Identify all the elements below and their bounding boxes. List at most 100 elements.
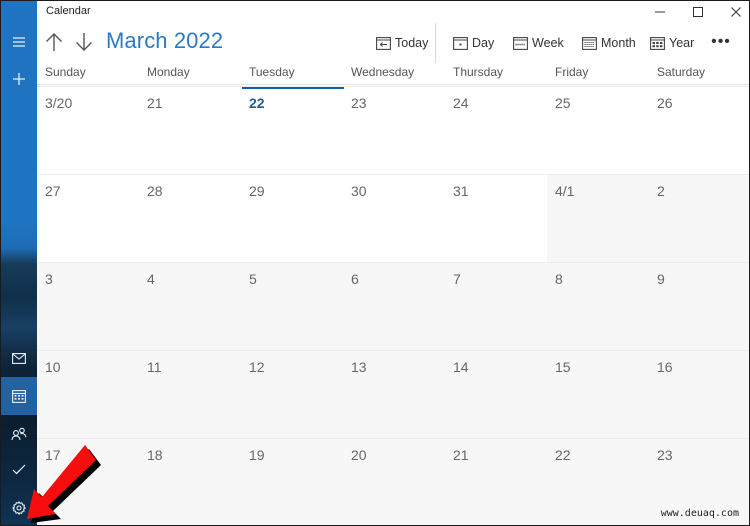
day-cell[interactable]: 18	[139, 439, 241, 525]
day-number: 13	[351, 359, 367, 375]
day-number: 20	[351, 447, 367, 463]
today-button[interactable]: Today	[376, 32, 428, 54]
day-number: 21	[147, 95, 163, 111]
day-number: 22	[249, 95, 265, 111]
plus-icon	[13, 73, 25, 85]
day-cell[interactable]: 19	[241, 439, 343, 525]
day-cell[interactable]: 7	[445, 263, 547, 350]
today-icon	[376, 37, 391, 50]
day-number: 12	[249, 359, 265, 375]
maximize-button[interactable]	[678, 1, 718, 23]
day-cell[interactable]: 26	[649, 87, 749, 174]
day-cell[interactable]: 24	[445, 87, 547, 174]
day-cell[interactable]: 12	[241, 351, 343, 438]
next-month-button[interactable]	[72, 29, 96, 55]
day-cell-today[interactable]: 22	[241, 87, 343, 174]
month-title: March 2022	[106, 28, 224, 53]
day-number: 2	[657, 183, 665, 199]
week-row: 27 28 29 30 31 4/1 2	[37, 174, 749, 262]
settings-button[interactable]	[1, 489, 37, 525]
day-cell[interactable]: 2	[649, 175, 749, 262]
day-number: 8	[555, 271, 563, 287]
day-cell[interactable]: 21	[139, 87, 241, 174]
day-number: 29	[249, 183, 265, 199]
calendar-button[interactable]	[1, 377, 37, 415]
day-cell[interactable]: 3	[37, 263, 139, 350]
day-number: 28	[147, 183, 163, 199]
day-cell[interactable]: 22	[547, 439, 649, 525]
week-view-button[interactable]: Week	[513, 32, 564, 54]
day-number: 3	[45, 271, 53, 287]
year-view-icon	[650, 37, 665, 50]
close-icon	[731, 7, 741, 17]
app-title: Calendar	[46, 5, 91, 17]
day-number: 9	[657, 271, 665, 287]
weekday-wednesday: Wednesday	[351, 65, 415, 79]
day-number: 22	[555, 447, 571, 463]
day-cell[interactable]: 16	[649, 351, 749, 438]
day-cell[interactable]: 10	[37, 351, 139, 438]
weekday-header: Sunday Monday Tuesday Wednesday Thursday Frid…	[37, 61, 749, 85]
day-number: 11	[147, 359, 162, 375]
month-view-button[interactable]: Month	[582, 32, 636, 54]
weekday-saturday: Saturday	[657, 65, 706, 79]
day-cell[interactable]: 3/20	[37, 87, 139, 174]
day-number: 25	[555, 95, 571, 111]
day-view-button[interactable]: Day	[453, 32, 494, 54]
day-cell[interactable]: 15	[547, 351, 649, 438]
toolbar-divider	[435, 23, 436, 63]
previous-month-button[interactable]	[42, 29, 66, 55]
day-cell[interactable]: 4	[139, 263, 241, 350]
day-number: 19	[249, 447, 265, 463]
day-cell[interactable]: 20	[343, 439, 445, 525]
day-cell[interactable]: 17	[37, 439, 139, 525]
todo-icon	[12, 464, 25, 475]
day-cell[interactable]: 11	[139, 351, 241, 438]
day-number: 10	[45, 359, 61, 375]
day-cell[interactable]: 6	[343, 263, 445, 350]
arrow-down-icon	[76, 33, 92, 51]
day-view-label: Day	[472, 36, 495, 50]
gear-icon	[12, 501, 26, 515]
calendar-icon	[12, 390, 26, 403]
today-label: Today	[395, 36, 429, 50]
week-row: 10 11 12 13 14 15 16	[37, 350, 749, 438]
calendar-window: Calendar March 2022 Today Day Week Month	[0, 0, 750, 526]
day-cell[interactable]: 31	[445, 175, 547, 262]
day-cell[interactable]: 30	[343, 175, 445, 262]
day-cell[interactable]: 4/1	[547, 175, 649, 262]
more-icon: •••	[711, 33, 731, 50]
people-button[interactable]	[1, 415, 37, 453]
mail-icon	[12, 352, 26, 364]
todo-button[interactable]	[1, 451, 37, 489]
weekday-thursday: Thursday	[453, 65, 504, 79]
close-button[interactable]	[716, 1, 749, 23]
day-cell[interactable]: 5	[241, 263, 343, 350]
day-number: 15	[555, 359, 571, 375]
year-view-button[interactable]: Year	[650, 32, 694, 54]
day-cell[interactable]: 28	[139, 175, 241, 262]
day-cell[interactable]: 21	[445, 439, 547, 525]
day-number: 5	[249, 271, 257, 287]
more-options-button[interactable]: •••	[709, 31, 733, 53]
day-cell[interactable]: 27	[37, 175, 139, 262]
day-number: 24	[453, 95, 469, 111]
day-number: 6	[351, 271, 359, 287]
day-cell[interactable]: 9	[649, 263, 749, 350]
day-cell[interactable]: 25	[547, 87, 649, 174]
day-number: 3/20	[45, 95, 73, 111]
day-cell[interactable]: 14	[445, 351, 547, 438]
day-cell[interactable]: 29	[241, 175, 343, 262]
mail-button[interactable]	[1, 339, 37, 377]
hamburger-icon	[13, 37, 25, 47]
day-cell[interactable]: 8	[547, 263, 649, 350]
minimize-button[interactable]	[640, 1, 680, 23]
day-cell[interactable]: 23	[343, 87, 445, 174]
arrow-up-icon	[46, 33, 62, 51]
menu-button[interactable]	[1, 23, 37, 61]
day-number: 4	[147, 271, 155, 287]
new-event-button[interactable]	[1, 60, 37, 98]
week-row: 17 18 19 20 21 22 23	[37, 438, 749, 525]
day-number: 16	[657, 359, 673, 375]
day-cell[interactable]: 13	[343, 351, 445, 438]
